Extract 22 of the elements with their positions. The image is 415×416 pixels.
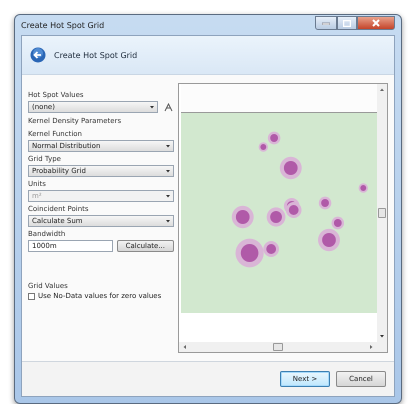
- horizontal-scrollbar[interactable]: [179, 342, 387, 352]
- scroll-right-icon: [367, 343, 375, 351]
- minimize-icon: [322, 21, 330, 25]
- close-button[interactable]: [357, 16, 395, 30]
- scroll-left-icon: [181, 343, 189, 351]
- scroll-thumb[interactable]: [378, 208, 386, 218]
- close-icon: [372, 19, 380, 27]
- maximize-icon: [343, 20, 351, 26]
- scroll-thumb[interactable]: [273, 343, 283, 351]
- dropdown-arrow-icon: [164, 167, 172, 175]
- dropdown-arrow-icon: [148, 103, 156, 111]
- dropdown-arrow-icon: [164, 192, 172, 200]
- window-title: Create Hot Spot Grid: [21, 20, 106, 30]
- dropdown-arrow-icon: [164, 217, 172, 225]
- vertical-scrollbar[interactable]: [377, 84, 387, 342]
- scroll-down-icon: [378, 332, 386, 340]
- minimize-button[interactable]: [315, 16, 337, 30]
- dropdown-arrow-icon: [164, 142, 172, 150]
- maximize-button[interactable]: [337, 16, 357, 30]
- scroll-up-icon: [378, 86, 386, 94]
- header-title: Create Hot Spot Grid: [54, 50, 138, 60]
- checkbox[interactable]: [28, 292, 35, 300]
